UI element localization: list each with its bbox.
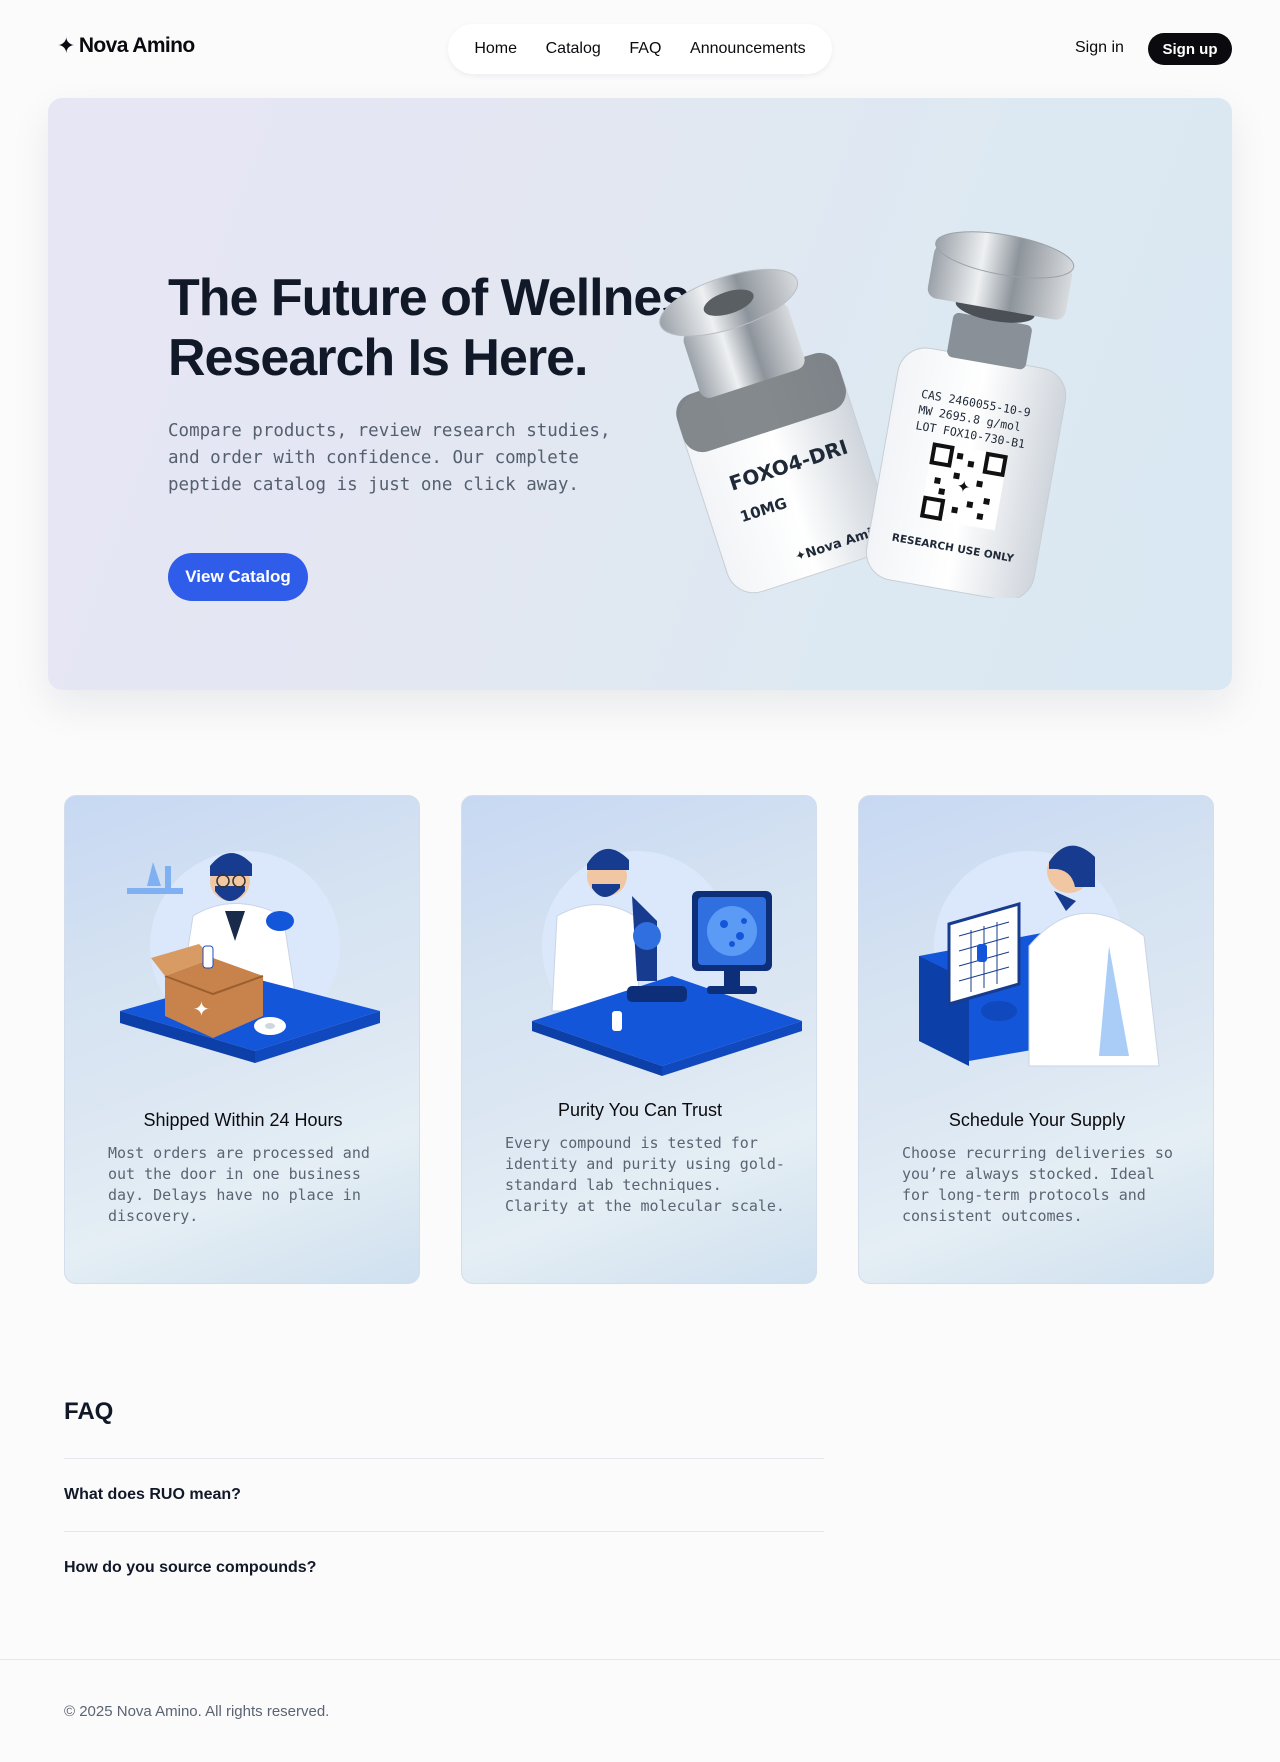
- footer-divider: [0, 1659, 1280, 1660]
- hero-subtitle: Compare products, review research studie…: [168, 421, 611, 495]
- nav-announcements[interactable]: Announcements: [690, 40, 806, 58]
- scientist-calendar-illustration: [919, 845, 1160, 1067]
- nav-faq[interactable]: FAQ: [629, 40, 661, 58]
- logo-text: Nova Amino: [78, 34, 195, 57]
- feature-description: Most orders are processed and out the do…: [108, 1144, 370, 1225]
- svg-text:✦: ✦: [193, 997, 210, 1021]
- scientist-packing-box-illustration: ✦: [120, 851, 380, 1063]
- nav-catalog[interactable]: Catalog: [546, 40, 601, 58]
- footer-copyright: © 2025 Nova Amino. All rights reserved.: [64, 1703, 330, 1720]
- faq-heading: FAQ: [64, 1398, 114, 1425]
- feature-card-shipping: ✦ Shipped Within 24 Hours Most orders ar…: [64, 795, 420, 1284]
- qr-code-icon: ✦: [919, 442, 1008, 531]
- hero-banner: The Future of Wellness Research Is Here.…: [48, 98, 1232, 690]
- sign-in-link[interactable]: Sign in: [1075, 39, 1124, 57]
- peptide-vials-image: FOXO4-DRI 10MG ✦Nova Amino CAS 2460055-1…: [659, 231, 1075, 598]
- feature-card-schedule: Schedule Your Supply Choose recurring de…: [858, 795, 1214, 1284]
- site-header: ✦ Nova Amino Home Catalog FAQ Announceme…: [0, 0, 1280, 98]
- logo[interactable]: ✦ Nova Amino: [57, 34, 195, 58]
- scientist-microscope-illustration: [532, 848, 802, 1076]
- feature-card-purity: Purity You Can Trust Every compound is t…: [461, 795, 817, 1284]
- feature-description: Every compound is tested for identity an…: [505, 1134, 785, 1215]
- sparkle-icon: ✦: [57, 33, 75, 58]
- feature-description: Choose recurring deliveries so you’re al…: [902, 1144, 1173, 1225]
- nav-home[interactable]: Home: [474, 40, 517, 58]
- faq-item[interactable]: How do you source compounds?: [64, 1531, 824, 1604]
- faq-question: How do you source compounds?: [64, 1559, 317, 1576]
- main-nav: Home Catalog FAQ Announcements: [448, 24, 832, 74]
- sign-up-button[interactable]: Sign up: [1148, 33, 1232, 65]
- view-catalog-button[interactable]: View Catalog: [168, 553, 308, 601]
- faq-question: What does RUO mean?: [64, 1486, 241, 1503]
- feature-title: Shipped Within 24 Hours: [143, 1110, 343, 1130]
- faq-item[interactable]: What does RUO mean?: [64, 1458, 824, 1531]
- feature-title: Schedule Your Supply: [948, 1110, 1126, 1130]
- feature-title: Purity You Can Trust: [557, 1100, 723, 1120]
